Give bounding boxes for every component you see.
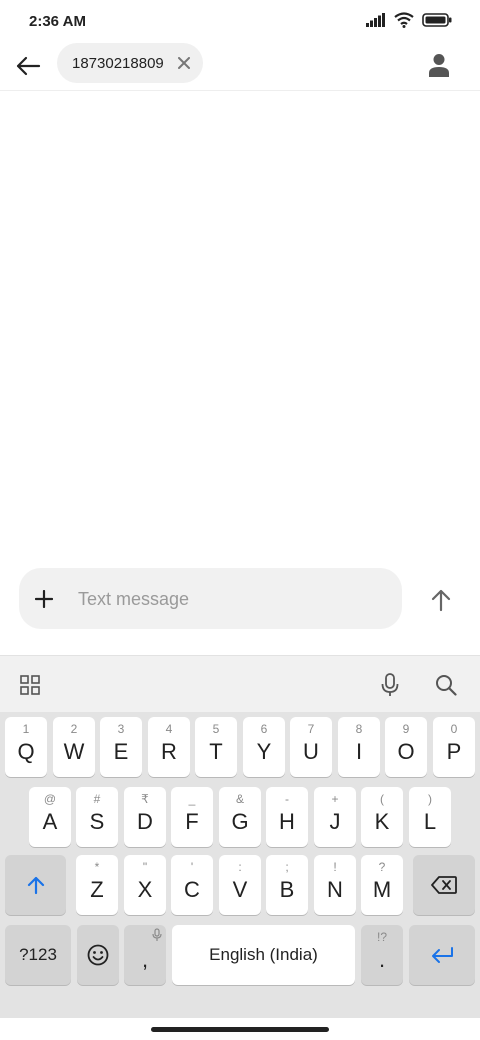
microphone-icon — [381, 673, 399, 696]
wifi-icon — [394, 12, 414, 33]
emoji-key[interactable] — [77, 925, 119, 985]
period-key[interactable]: !? . — [361, 925, 403, 985]
conversation-header: 18730218809 — [0, 42, 480, 91]
enter-icon — [432, 947, 453, 963]
space-key[interactable]: English (India) — [172, 925, 355, 985]
key-g[interactable]: & G — [219, 787, 261, 847]
arrow-up-icon — [431, 589, 451, 612]
key-n[interactable]: ! N — [314, 855, 356, 915]
key-x[interactable]: " X — [124, 855, 166, 915]
key-f[interactable]: _ F — [171, 787, 213, 847]
search-button[interactable] — [431, 670, 461, 700]
backspace-key[interactable] — [413, 855, 475, 915]
status-bar: 2:36 AM — [0, 0, 480, 42]
key-m[interactable]: ? M — [361, 855, 403, 915]
emoji-icon — [87, 944, 109, 966]
key-d[interactable]: ₹ D — [124, 787, 166, 847]
back-button[interactable] — [12, 50, 44, 82]
shift-key[interactable] — [5, 855, 66, 915]
key-e[interactable]: 3E — [100, 717, 142, 777]
keyboard: 1Q 2W 3E 4R 5T 6Y 7U 8I 9O 0P @ A # S ₹ D _… — [0, 712, 480, 1018]
key-w[interactable]: 2W — [53, 717, 95, 777]
key-c[interactable]: ' C — [171, 855, 213, 915]
message-list — [0, 91, 480, 561]
key-q[interactable]: 1Q — [5, 717, 47, 777]
compose-bar — [19, 568, 402, 629]
send-button[interactable] — [426, 585, 456, 615]
key-p[interactable]: 0P — [433, 717, 475, 777]
plus-icon — [35, 590, 53, 608]
comma-key[interactable]: , — [124, 925, 166, 985]
key-r[interactable]: 4R — [148, 717, 190, 777]
contact-button[interactable] — [424, 50, 454, 80]
remove-recipient-button[interactable] — [175, 54, 193, 72]
key-y[interactable]: 6Y — [243, 717, 285, 777]
key-h[interactable]: -H — [266, 787, 308, 847]
signal-icon — [366, 13, 386, 32]
battery-icon — [422, 13, 452, 32]
apps-button[interactable] — [15, 670, 45, 700]
key-v[interactable]: :V — [219, 855, 261, 915]
key-j[interactable]: + J — [314, 787, 356, 847]
navigation-bar — [0, 1018, 480, 1040]
grid-icon — [20, 675, 40, 695]
key-s[interactable]: # S — [76, 787, 118, 847]
voice-input-button[interactable] — [375, 670, 405, 700]
microphone-small-icon — [152, 928, 162, 941]
close-icon — [178, 57, 190, 69]
key-t[interactable]: 5T — [195, 717, 237, 777]
enter-key[interactable] — [409, 925, 475, 985]
key-i[interactable]: 8I — [338, 717, 380, 777]
key-k[interactable]: (K — [361, 787, 403, 847]
symbols-key[interactable]: ?123 — [5, 925, 71, 985]
status-icons — [366, 12, 452, 33]
backspace-icon — [431, 876, 457, 894]
recipient-chip[interactable]: 18730218809 — [57, 43, 203, 83]
message-input[interactable] — [76, 582, 390, 616]
home-indicator[interactable] — [151, 1027, 329, 1032]
arrow-left-icon — [16, 56, 41, 76]
key-l[interactable]: ) L — [409, 787, 451, 847]
person-icon — [429, 54, 449, 77]
shift-arrow-icon — [27, 876, 44, 895]
status-time: 2:36 AM — [29, 13, 86, 30]
key-a[interactable]: @ A — [29, 787, 71, 847]
key-o[interactable]: 9O — [385, 717, 427, 777]
keyboard-toolbar — [0, 655, 480, 713]
add-attachment-button[interactable] — [31, 586, 57, 612]
key-z[interactable]: * Z — [76, 855, 118, 915]
recipient-number: 18730218809 — [72, 54, 164, 72]
key-u[interactable]: 7U — [290, 717, 332, 777]
key-b[interactable]: ; B — [266, 855, 308, 915]
search-icon — [436, 675, 457, 696]
